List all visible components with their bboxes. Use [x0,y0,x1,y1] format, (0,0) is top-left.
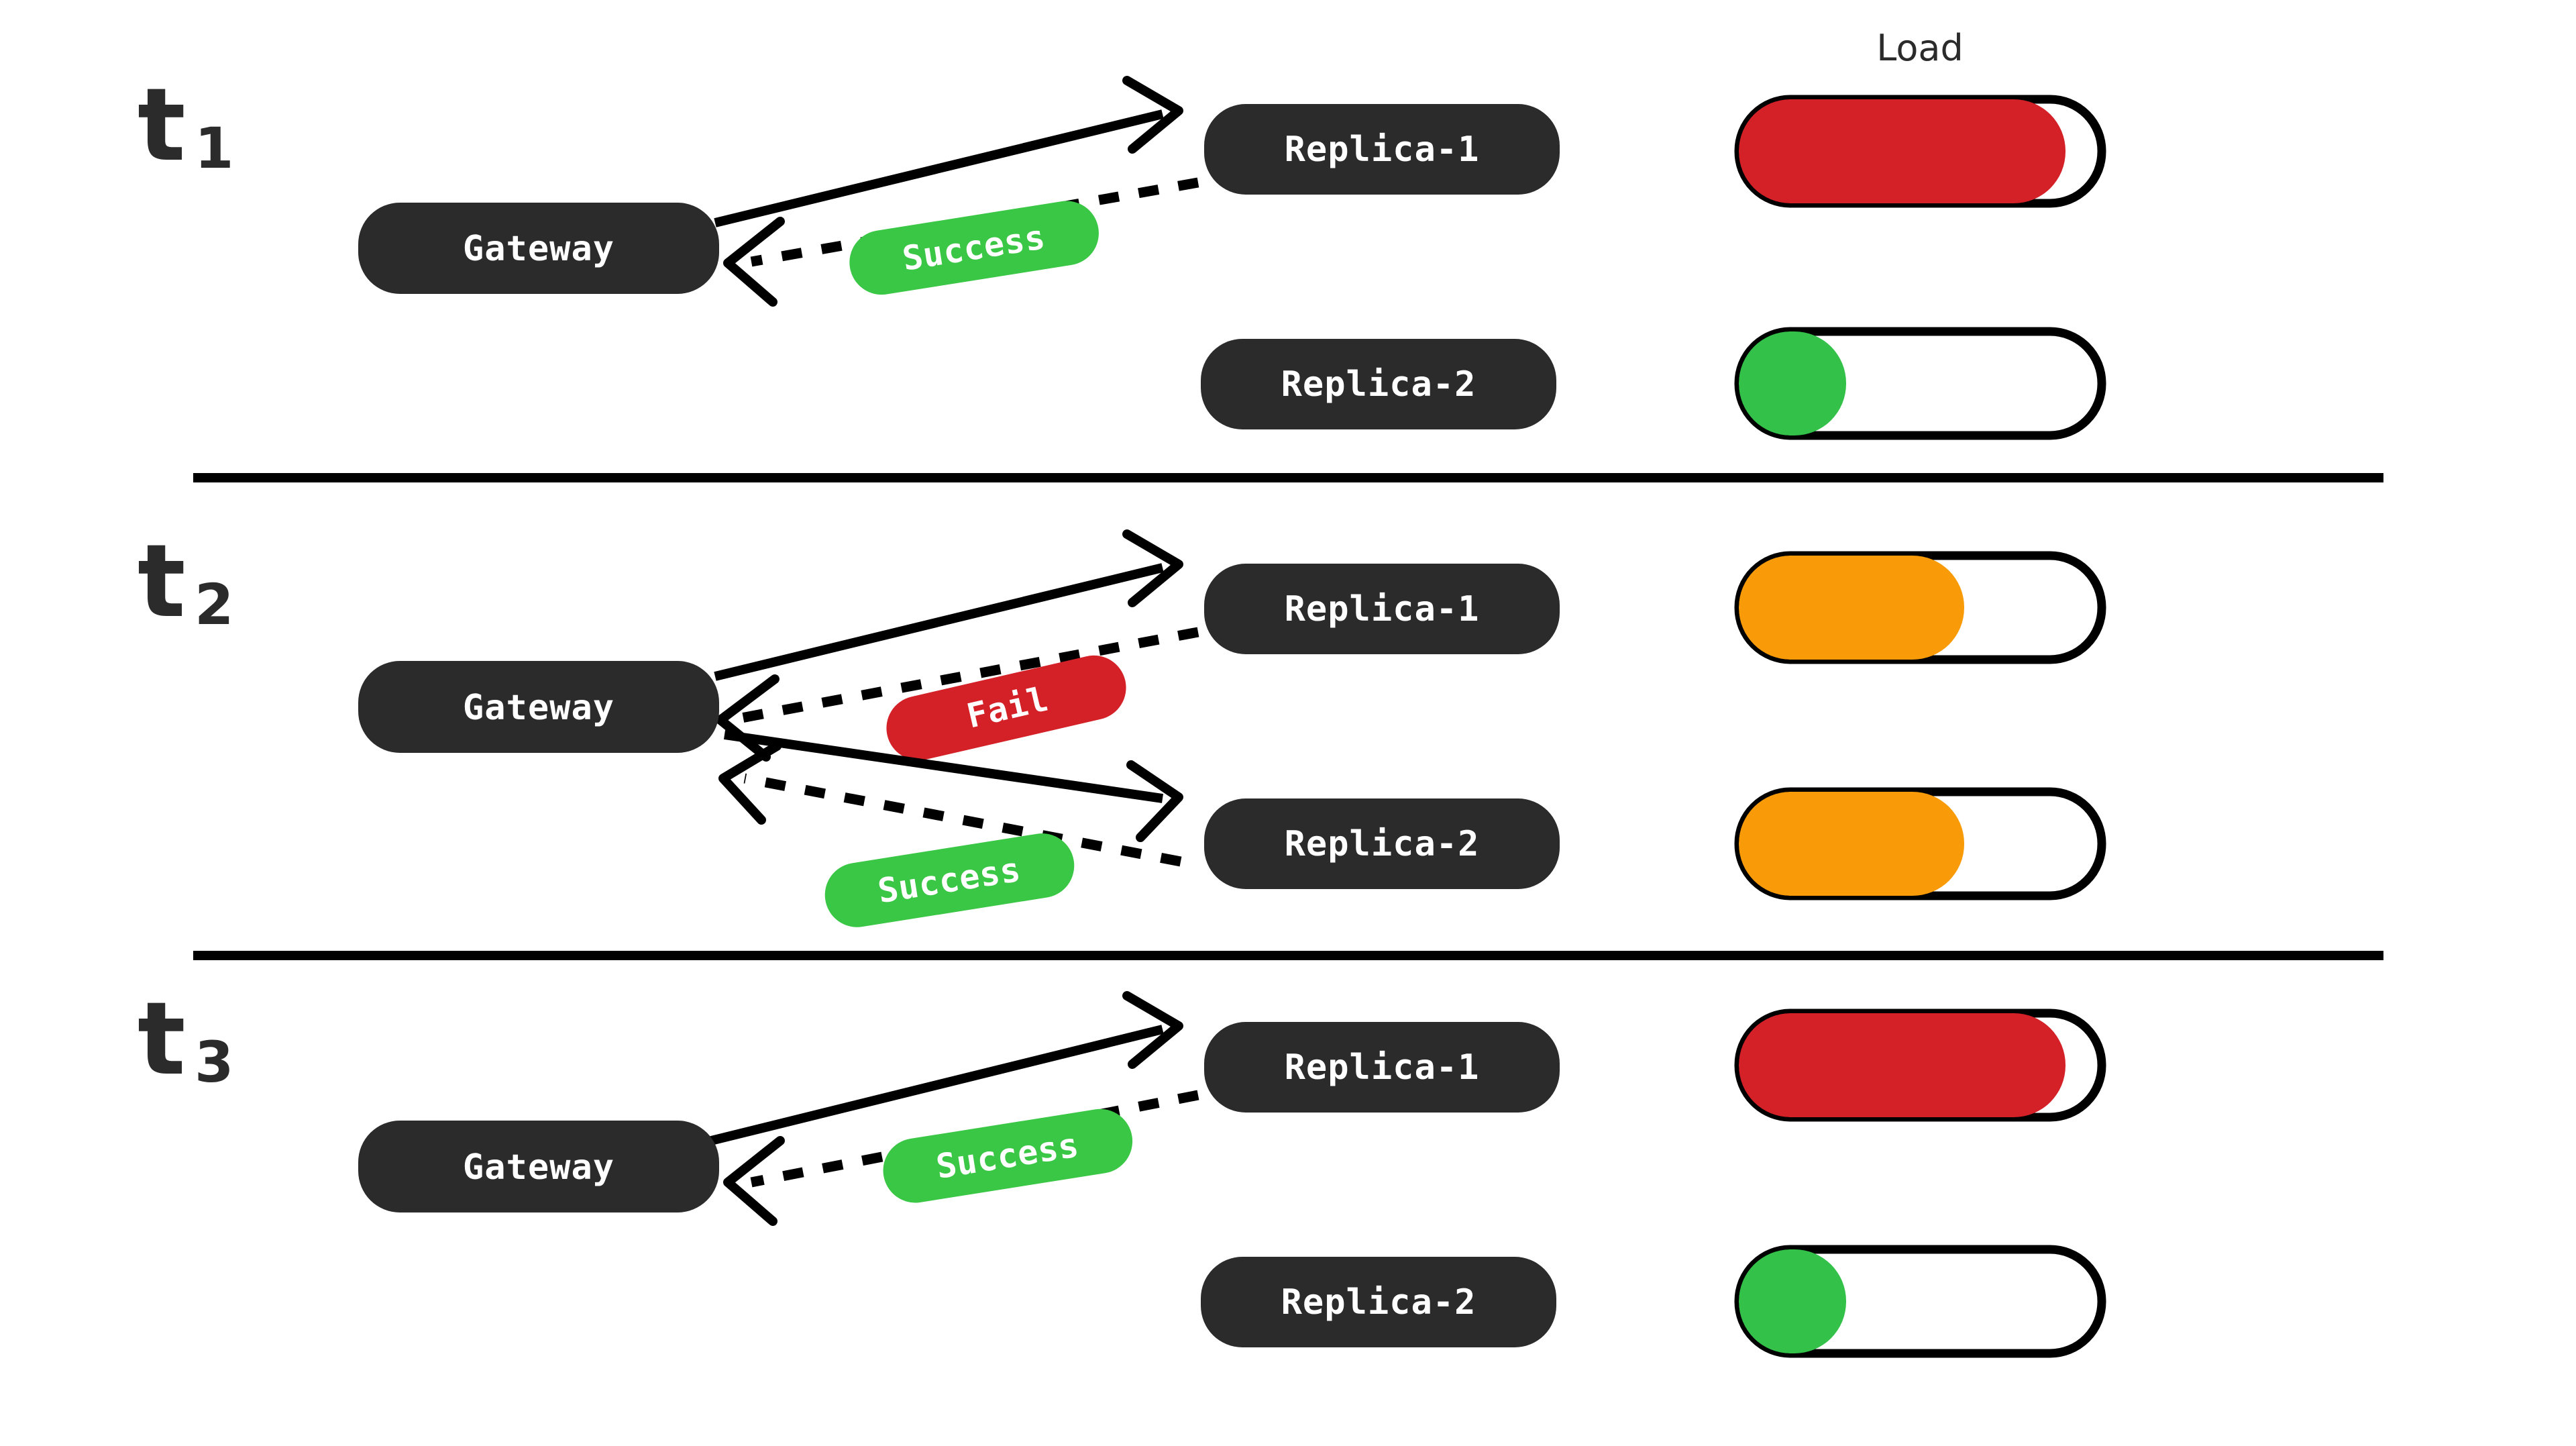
edge-line-solid [714,109,1164,227]
panel-t2: t 2 Fail Success Gateway Replica-1 Repli… [138,523,2106,927]
tick-subscript-t1: 1 [195,115,233,181]
node-label: Replica-1 [1285,1047,1480,1088]
load-bar-fill [1739,331,1846,435]
node-label: Gateway [463,1147,614,1188]
load-bar-replica1-t3 [1734,1009,2106,1122]
panel-t1: t 1 Success Gateway Replica-1 Replica-2 [138,67,2106,440]
diagram-canvas: Load t 1 Success Gateway Replica-1 Repli… [0,0,2576,1446]
load-bar-fill [1739,1249,1846,1353]
edge-gateway-to-replica1-t2 [714,529,1183,681]
load-bar-replica2-t2 [1734,787,2106,900]
node-gateway-t1[interactable]: Gateway [358,203,719,294]
tick-base-t1: t [138,67,186,184]
tick-subscript-t3: 3 [195,1029,233,1095]
timeline-diagram: Load t 1 Success Gateway Replica-1 Repli… [138,27,2383,1358]
load-bar-fill [1739,556,1964,660]
panel-t3: t 3 Success Gateway Replica-1 Replica-2 [138,981,2106,1358]
tick-base-t2: t [138,523,186,640]
tick-base-t3: t [138,981,186,1098]
node-replica1-t1[interactable]: Replica-1 [1204,104,1560,195]
tick-label-t3: t 3 [138,981,233,1098]
node-replica1-t2[interactable]: Replica-1 [1204,564,1560,654]
node-label: Replica-2 [1281,364,1477,405]
load-bar-fill [1739,792,1964,896]
node-replica2-t1[interactable]: Replica-2 [1201,339,1556,429]
tick-subscript-t2: 2 [195,572,233,637]
node-label: Replica-1 [1285,589,1480,629]
node-label: Replica-2 [1285,824,1480,864]
node-gateway-t3[interactable]: Gateway [358,1121,719,1212]
node-replica1-t3[interactable]: Replica-1 [1204,1022,1560,1113]
tick-label-t2: t 2 [138,523,233,640]
node-label: Gateway [463,229,614,269]
load-bar-replica1-t1 [1734,95,2106,208]
edge-badge-success-t2: Success [824,833,1075,927]
edge-badge-success-t1: Success [849,201,1099,295]
edge-badge-fail-t2: Fail [886,655,1126,761]
edge-badge-success-t3: Success [883,1108,1133,1203]
node-gateway-t2[interactable]: Gateway [358,661,719,753]
node-replica2-t3[interactable]: Replica-2 [1201,1257,1556,1347]
node-label: Replica-2 [1281,1282,1477,1323]
load-bar-replica2-t1 [1734,327,2106,440]
load-bar-fill [1739,1013,2065,1117]
node-replica2-t2[interactable]: Replica-2 [1204,798,1560,889]
load-bar-fill [1739,99,2065,203]
load-bar-replica1-t2 [1734,551,2106,664]
load-bar-replica2-t3 [1734,1245,2106,1358]
node-label: Gateway [463,688,614,728]
tick-label-t1: t 1 [138,67,233,184]
load-column-header: Load [1876,27,1964,69]
node-label: Replica-1 [1285,130,1480,170]
